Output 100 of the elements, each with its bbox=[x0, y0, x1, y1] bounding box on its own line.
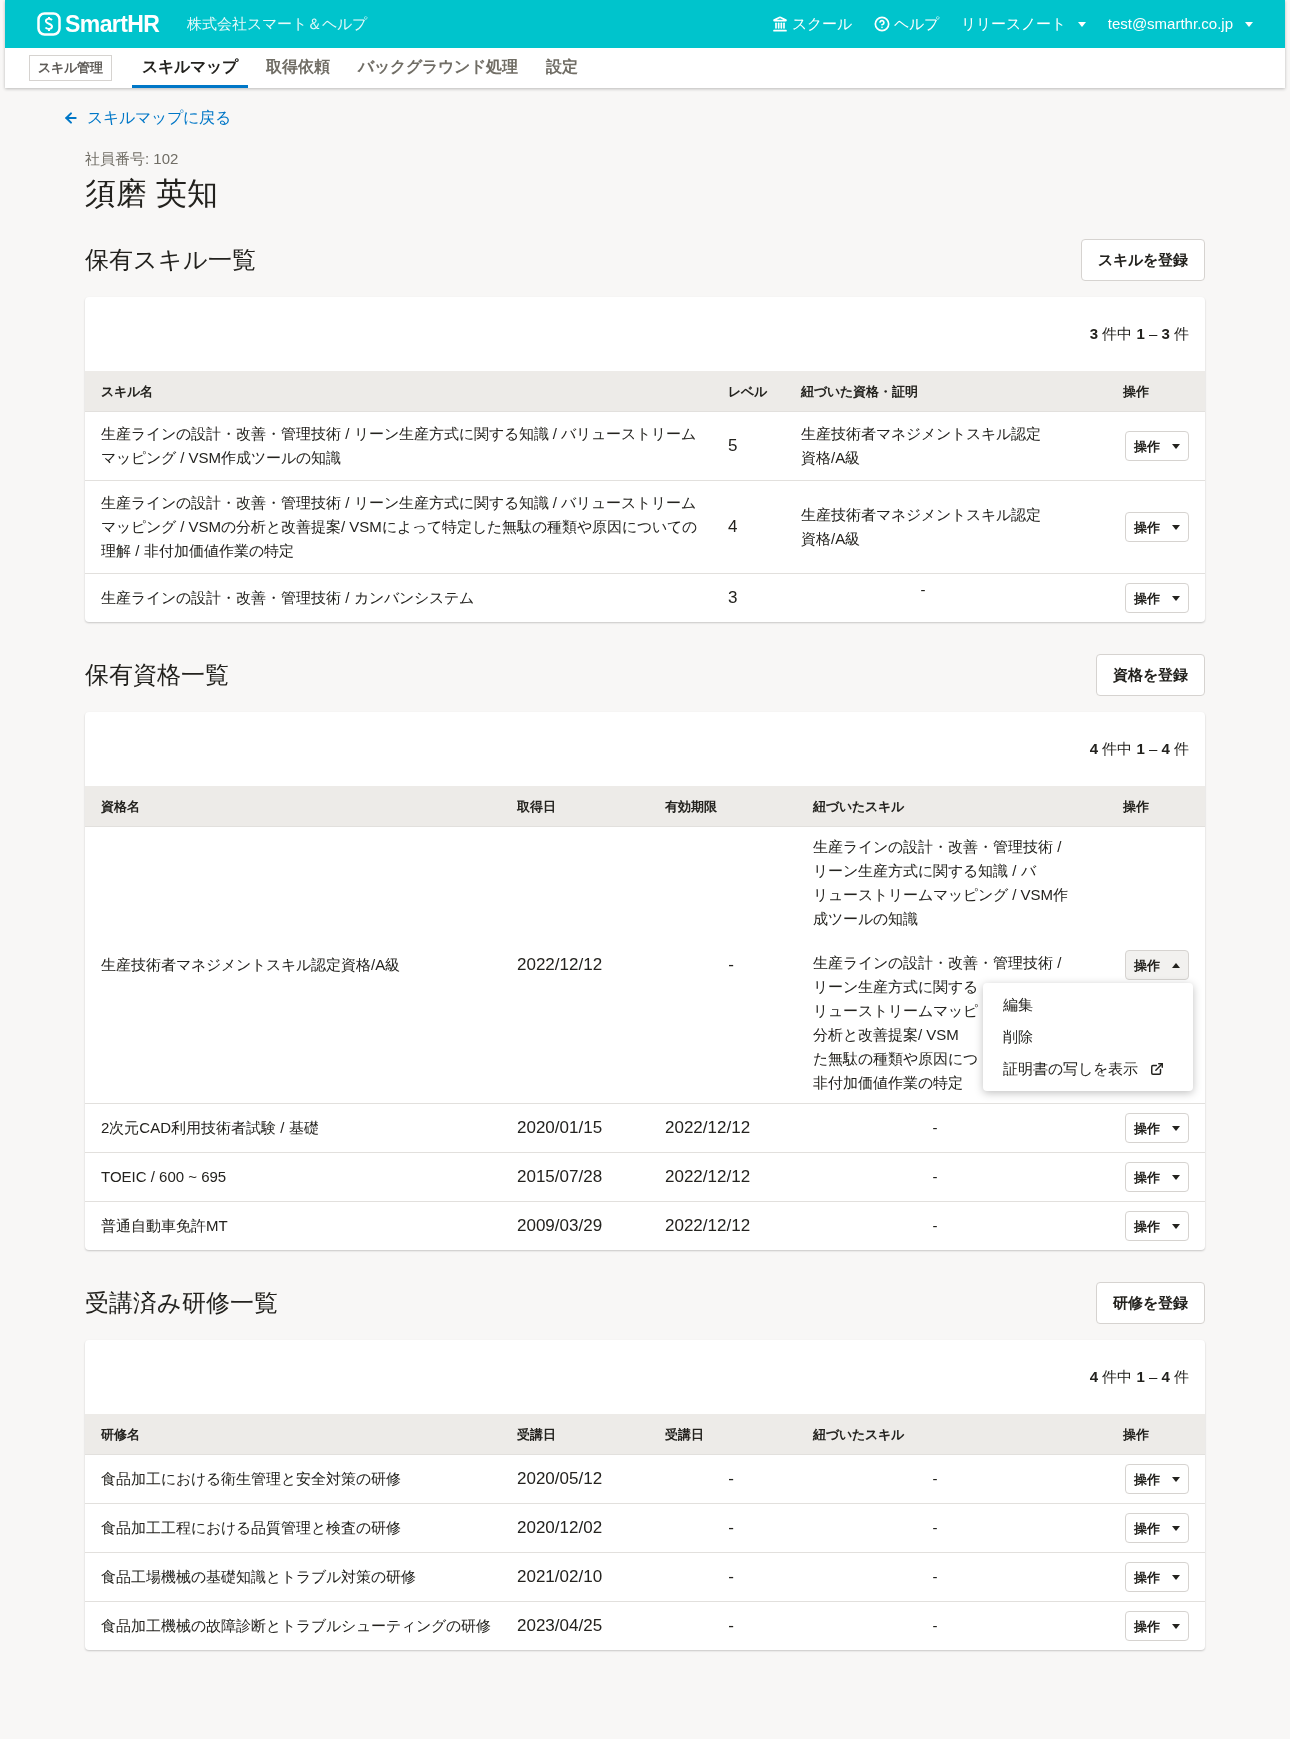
caret-down-icon bbox=[1172, 1525, 1180, 1531]
caret-down-icon bbox=[1172, 1125, 1180, 1131]
table-cell-text: - bbox=[932, 1567, 938, 1588]
table-cell-text: 2015/07/28 bbox=[517, 1166, 603, 1189]
caret-down-icon bbox=[1172, 524, 1180, 530]
action-menu-button[interactable]: 操作 bbox=[1125, 1162, 1189, 1193]
table-cell-text: - bbox=[728, 1517, 734, 1540]
table-cell-text: - bbox=[932, 1216, 938, 1237]
action-menu-button[interactable]: 操作 bbox=[1125, 1211, 1189, 1242]
linked-skill-text: 非付加価値作業の特定 bbox=[813, 1073, 963, 1094]
table-cell-text: 食品工場機械の基礎知識とトラブル対策の研修 bbox=[101, 1567, 416, 1588]
linked-skill-text: リーン生産方式に関する bbox=[813, 977, 978, 998]
table-cell-text: 2次元CAD利用技術者試験 / 基礎 bbox=[101, 1118, 319, 1139]
section-title: 受講済み研修一覧 bbox=[85, 1288, 278, 1319]
table-cell-text: - bbox=[932, 1167, 938, 1188]
column-header: 資格名 bbox=[101, 797, 140, 816]
table-cell-text: - bbox=[728, 1615, 734, 1638]
action-menu-button[interactable]: 操作 bbox=[1125, 1513, 1189, 1544]
caret-down-icon bbox=[1172, 1574, 1180, 1580]
employee-name: 須磨 英知 bbox=[85, 174, 219, 213]
column-header: 操作 bbox=[1123, 1425, 1149, 1444]
register-button[interactable]: スキルを登録 bbox=[1081, 239, 1205, 282]
column-header: 有効期限 bbox=[665, 797, 717, 816]
table-cell-text: 生産ラインの設計・改善・管理技術 / カンバンシステム bbox=[101, 588, 474, 609]
table-cell-text: 普通自動車免許MT bbox=[101, 1216, 228, 1237]
column-header: 紐づいたスキル bbox=[813, 1425, 904, 1444]
table-cell-text: 2021/02/10 bbox=[517, 1566, 603, 1589]
caret-down-icon bbox=[1172, 1223, 1180, 1229]
table-cell-text: 食品加工工程における品質管理と検査の研修 bbox=[101, 1518, 401, 1539]
linked-skill-text: 生産ラインの設計・改善・管理技術 / bbox=[813, 953, 1062, 974]
table-cell-text: - bbox=[932, 1518, 938, 1539]
action-menu-button[interactable]: 操作 bbox=[1125, 1464, 1189, 1495]
table-cell-text: 生産技術者マネジメントスキル認定資格/A級 bbox=[801, 505, 1042, 550]
section-title: 保有資格一覧 bbox=[85, 660, 229, 691]
table-cell-text: 2009/03/29 bbox=[517, 1215, 603, 1238]
menu-item[interactable]: 編集 bbox=[983, 989, 1193, 1022]
table-cell-text: 生産ラインの設計・改善・管理技術 / リーン生産方式に関する知識 / バリューストリームマッピング / VSM作成ツールの知識 bbox=[101, 424, 697, 469]
table-cell-text: - bbox=[728, 1468, 734, 1491]
menu-item[interactable]: 証明書の写しを表示 bbox=[983, 1053, 1193, 1086]
caret-down-icon bbox=[1172, 443, 1180, 449]
table-cell-text: 2023/04/25 bbox=[517, 1615, 603, 1638]
action-menu-button[interactable]: 操作 bbox=[1125, 950, 1189, 981]
nav-tab[interactable]: 取得依頼 bbox=[256, 48, 340, 88]
logo-icon bbox=[37, 12, 61, 36]
table-cell-text: 2022/12/12 bbox=[665, 1215, 751, 1238]
table-cell-text: 2020/05/12 bbox=[517, 1468, 603, 1491]
table-cell-text: - bbox=[932, 1469, 938, 1490]
caret-down-icon bbox=[1172, 595, 1180, 601]
table-cell-text: 5 bbox=[728, 435, 738, 458]
table-cell-text: - bbox=[932, 1118, 938, 1139]
linked-skill-text: 生産ラインの設計・改善・管理技術 / bbox=[813, 837, 1062, 858]
action-menu-button[interactable]: 操作 bbox=[1125, 512, 1189, 543]
help-icon bbox=[873, 16, 890, 32]
caret-up-icon bbox=[1172, 962, 1180, 968]
caret-down-icon bbox=[1172, 1476, 1180, 1482]
action-menu-button[interactable]: 操作 bbox=[1125, 1113, 1189, 1144]
table-cell-text: 生産技術者マネジメントスキル認定資格/A級 bbox=[801, 424, 1042, 469]
column-header: 受講日 bbox=[665, 1425, 704, 1444]
action-menu-button[interactable]: 操作 bbox=[1125, 431, 1189, 462]
caret-down-icon bbox=[1172, 1623, 1180, 1629]
action-menu-button[interactable]: 操作 bbox=[1125, 583, 1189, 614]
table-cell-text: 生産ラインの設計・改善・管理技術 / リーン生産方式に関する知識 / バリューストリームマッピング / VSMの分析と改善提案/ VSMによって特定した無駄の種類や原因についての理解 / 非付加価値作業の特定 bbox=[101, 493, 698, 562]
register-button[interactable]: 研修を登録 bbox=[1096, 1282, 1205, 1325]
table-cell-text: 食品加工機械の故障診断とトラブルシューティングの研修 bbox=[101, 1616, 491, 1637]
table-cell-text: 生産技術者マネジメントスキル認定資格/A級 bbox=[101, 955, 401, 976]
table-cell-text: 2022/12/12 bbox=[665, 1117, 751, 1140]
linked-skill-text: た無駄の種類や原因につ bbox=[813, 1049, 978, 1070]
table-cell-text: - bbox=[920, 580, 926, 601]
caret-down-icon bbox=[1245, 21, 1253, 27]
column-header: 研修名 bbox=[101, 1425, 140, 1444]
table-cell-text: 3 bbox=[728, 587, 738, 610]
app-badge: スキル管理 bbox=[29, 55, 112, 81]
table-cell-text: 2022/12/12 bbox=[517, 954, 603, 977]
linked-skill-text: リューストリームマッピング / VSM作 bbox=[813, 885, 1068, 906]
pagination-count: 4 件中 1 – 4 件 bbox=[1089, 739, 1189, 759]
nav-tab[interactable]: バックグラウンド処理 bbox=[348, 48, 528, 88]
action-menu-button[interactable]: 操作 bbox=[1125, 1562, 1189, 1593]
back-link[interactable]: スキルマップに戻る bbox=[63, 106, 231, 130]
menu-item[interactable]: 削除 bbox=[983, 1021, 1193, 1054]
column-header: 取得日 bbox=[517, 797, 556, 816]
register-button[interactable]: 資格を登録 bbox=[1096, 654, 1205, 697]
company-name: 株式会社スマート＆ヘルプ bbox=[187, 13, 368, 34]
school-icon bbox=[771, 16, 788, 32]
linked-skill-text: 成ツールの知識 bbox=[813, 909, 918, 930]
nav-tab[interactable]: 設定 bbox=[536, 48, 588, 88]
caret-down-icon bbox=[1077, 21, 1086, 27]
table-cell-text: - bbox=[932, 1616, 938, 1637]
column-header: 操作 bbox=[1123, 382, 1149, 401]
column-header: 受講日 bbox=[517, 1425, 556, 1444]
table-cell-text: - bbox=[728, 1566, 734, 1589]
table-cell-text: - bbox=[728, 954, 734, 977]
column-header: 操作 bbox=[1123, 797, 1149, 816]
column-header: スキル名 bbox=[101, 382, 153, 401]
nav-tab[interactable]: スキルマップ bbox=[132, 48, 248, 88]
action-menu-button[interactable]: 操作 bbox=[1125, 1611, 1189, 1642]
pagination-count: 3 件中 1 – 3 件 bbox=[1089, 324, 1189, 344]
table-cell-text: 食品加工における衛生管理と安全対策の研修 bbox=[101, 1469, 401, 1490]
table-cell-text: 2020/01/15 bbox=[517, 1117, 603, 1140]
table-cell-text: 4 bbox=[728, 516, 738, 539]
employee-number: 社員番号: 102 bbox=[85, 149, 180, 169]
